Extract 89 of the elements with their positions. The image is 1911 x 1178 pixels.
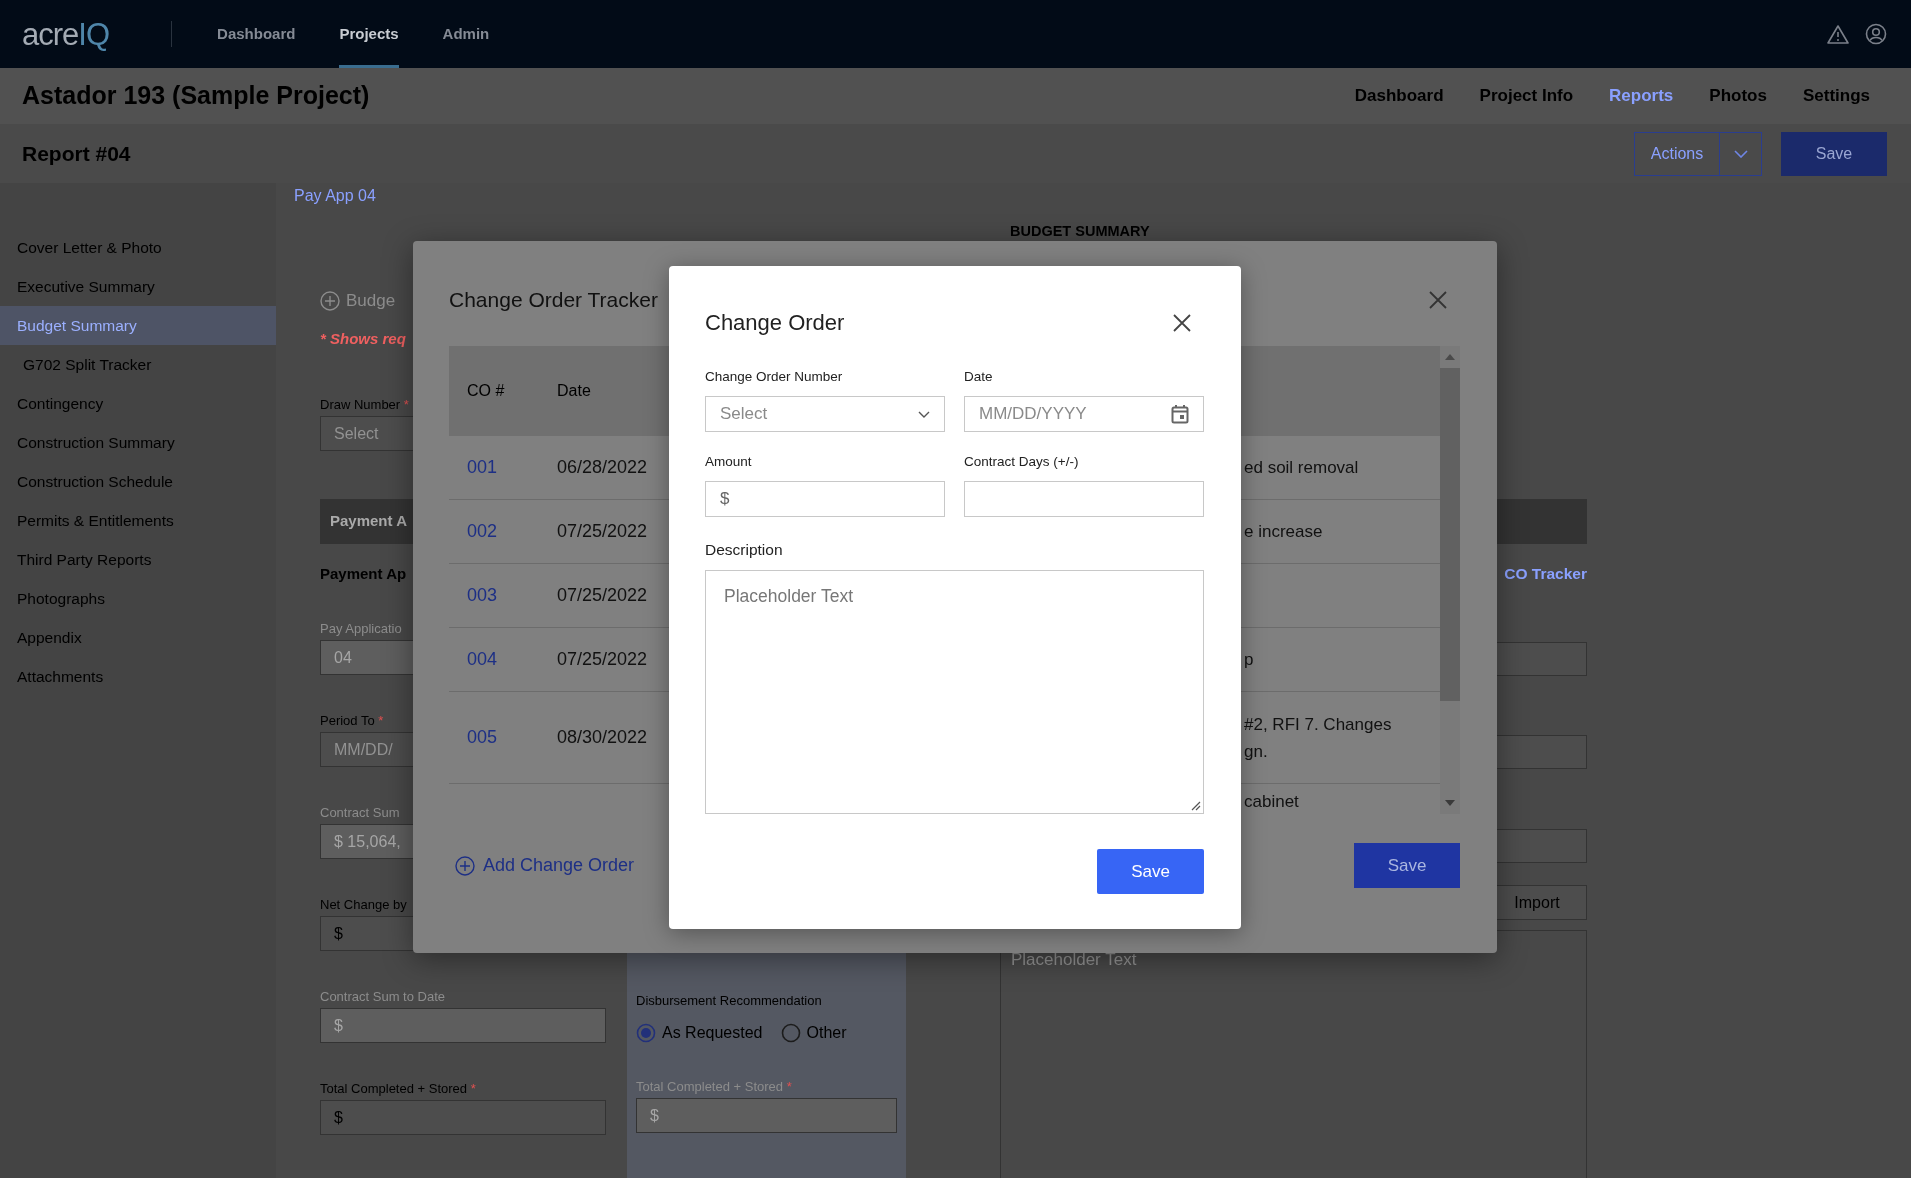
column-header: CO # xyxy=(466,381,506,401)
calendar-icon xyxy=(1171,404,1189,424)
project-tab[interactable]: Settings xyxy=(1802,83,1870,109)
sidebar-item[interactable]: Construction Summary xyxy=(0,423,276,462)
sidebar-item[interactable]: Cover Letter & Photo xyxy=(0,228,276,267)
select-field[interactable]: Select xyxy=(705,396,945,432)
project-tab[interactable]: Reports xyxy=(1609,83,1674,109)
input-field[interactable]: $ xyxy=(320,1100,606,1135)
plus-circle-icon xyxy=(320,290,340,311)
resize-grip-icon xyxy=(1191,801,1201,811)
scroll-down-arrow[interactable] xyxy=(1445,800,1455,806)
table-cell-text: p xyxy=(1244,649,1255,671)
table-cell-text: 06/28/2022 xyxy=(557,456,648,479)
actions-dropdown[interactable]: Actions xyxy=(1634,131,1762,176)
warning-icon[interactable] xyxy=(1827,24,1849,44)
notes-field[interactable]: Placeholder Text xyxy=(1000,930,1587,1178)
report-title: Report #04 xyxy=(22,140,131,167)
sidebar-item[interactable]: Construction Schedule xyxy=(0,462,276,501)
table-cell-text: 07/25/2022 xyxy=(557,648,648,671)
section-title: BUDGET SUMMARY xyxy=(1009,222,1151,241)
sidebar-item[interactable]: Budget Summary xyxy=(0,306,276,345)
close-icon xyxy=(1173,314,1191,332)
change-order-link[interactable]: 003 xyxy=(467,585,498,605)
add-change-order-button[interactable]: Add Change Order xyxy=(455,852,635,879)
project-tab[interactable]: Project Info xyxy=(1479,83,1574,109)
user-icon[interactable] xyxy=(1865,23,1887,45)
field-label: Net Change by xyxy=(320,897,407,912)
sidebar-item[interactable]: G702 Split Tracker xyxy=(0,345,276,384)
scroll-up-arrow[interactable] xyxy=(1445,354,1455,360)
change-order-link[interactable]: 001 xyxy=(467,457,498,477)
change-order-link[interactable]: 004 xyxy=(467,649,498,669)
change-order-link[interactable]: 002 xyxy=(467,521,498,541)
field-label: Date xyxy=(964,368,994,385)
close-icon xyxy=(1429,291,1447,309)
sidebar-item[interactable]: Third Party Reports xyxy=(0,540,276,579)
column-header: Date xyxy=(557,381,591,401)
nav-link[interactable]: Admin xyxy=(442,0,490,68)
table-cell-text: e increase xyxy=(1244,521,1324,543)
modal-title: Change Order Tracker xyxy=(449,287,658,313)
radio-label: As Requested xyxy=(662,1023,763,1043)
dialog-title: Change Order xyxy=(705,309,845,337)
save-button[interactable]: Save xyxy=(1781,131,1887,176)
field-label: Contract Days (+/-) xyxy=(964,453,1080,470)
sidebar-item[interactable]: Executive Summary xyxy=(0,267,276,306)
table-cell-text: 08/30/2022 xyxy=(557,726,648,749)
radio-button[interactable] xyxy=(780,1023,801,1043)
sidebar-item[interactable]: Permits & Entitlements xyxy=(0,501,276,540)
breadcrumb-link[interactable]: Pay App 04 xyxy=(294,186,376,206)
table-cell-text: cabinet xyxy=(1244,791,1300,813)
field-label: Disbursement Recommendation xyxy=(636,993,822,1008)
field-label: Change Order Number xyxy=(705,368,844,385)
table-cell-text: ed soil removal xyxy=(1244,457,1360,479)
field-label: Total Completed + Stored * xyxy=(320,1081,476,1096)
field-label: Period To * xyxy=(320,713,384,728)
field-label: Draw Number * xyxy=(320,397,409,412)
change-order-link[interactable]: 005 xyxy=(467,727,498,747)
field-label: Pay Applicatio xyxy=(320,621,402,636)
date-field[interactable]: MM/DD/YYYY xyxy=(964,396,1204,432)
close-button[interactable] xyxy=(1173,314,1191,332)
required-note: * Shows req xyxy=(320,328,407,349)
radio-button[interactable] xyxy=(636,1023,656,1043)
sidebar-item[interactable]: Photographs xyxy=(0,579,276,618)
table-cell-text: 07/25/2022 xyxy=(557,584,648,607)
nav-link[interactable]: Dashboard xyxy=(217,0,296,68)
save-button[interactable]: Save xyxy=(1097,849,1204,894)
logo: acreIQ xyxy=(22,18,110,50)
project-tab[interactable]: Photos xyxy=(1709,83,1767,109)
project-title: Astador 193 (Sample Project) xyxy=(22,80,370,112)
project-tab[interactable]: Dashboard xyxy=(1354,83,1444,109)
caret-icon xyxy=(918,410,930,418)
input-field[interactable] xyxy=(964,481,1204,517)
radio-label: Other xyxy=(806,1023,847,1043)
sidebar-item[interactable]: Appendix xyxy=(0,618,276,657)
field-label: Contract Sum xyxy=(320,805,400,820)
sidebar-item[interactable]: Attachments xyxy=(0,657,276,696)
table-cell-text: #2, RFI 7. Changes gn. xyxy=(1244,713,1393,763)
caret-icon xyxy=(1733,149,1748,158)
description-field[interactable]: Placeholder Text xyxy=(705,570,1204,814)
table-cell-text: 07/25/2022 xyxy=(557,520,648,543)
field-label: Total Completed + Stored * xyxy=(636,1079,792,1094)
field-label: Contract Sum to Date xyxy=(320,989,445,1004)
plus-circle-icon xyxy=(455,855,475,876)
section-subtitle: Payment Ap xyxy=(320,564,408,584)
field-label: Amount xyxy=(705,453,753,470)
section-toggle[interactable]: Budge xyxy=(346,288,396,314)
sidebar-item[interactable]: Contingency xyxy=(0,384,276,423)
input-field[interactable]: $ xyxy=(705,481,945,517)
scrollbar-thumb[interactable] xyxy=(1440,368,1460,701)
save-button[interactable]: Save xyxy=(1354,843,1460,888)
